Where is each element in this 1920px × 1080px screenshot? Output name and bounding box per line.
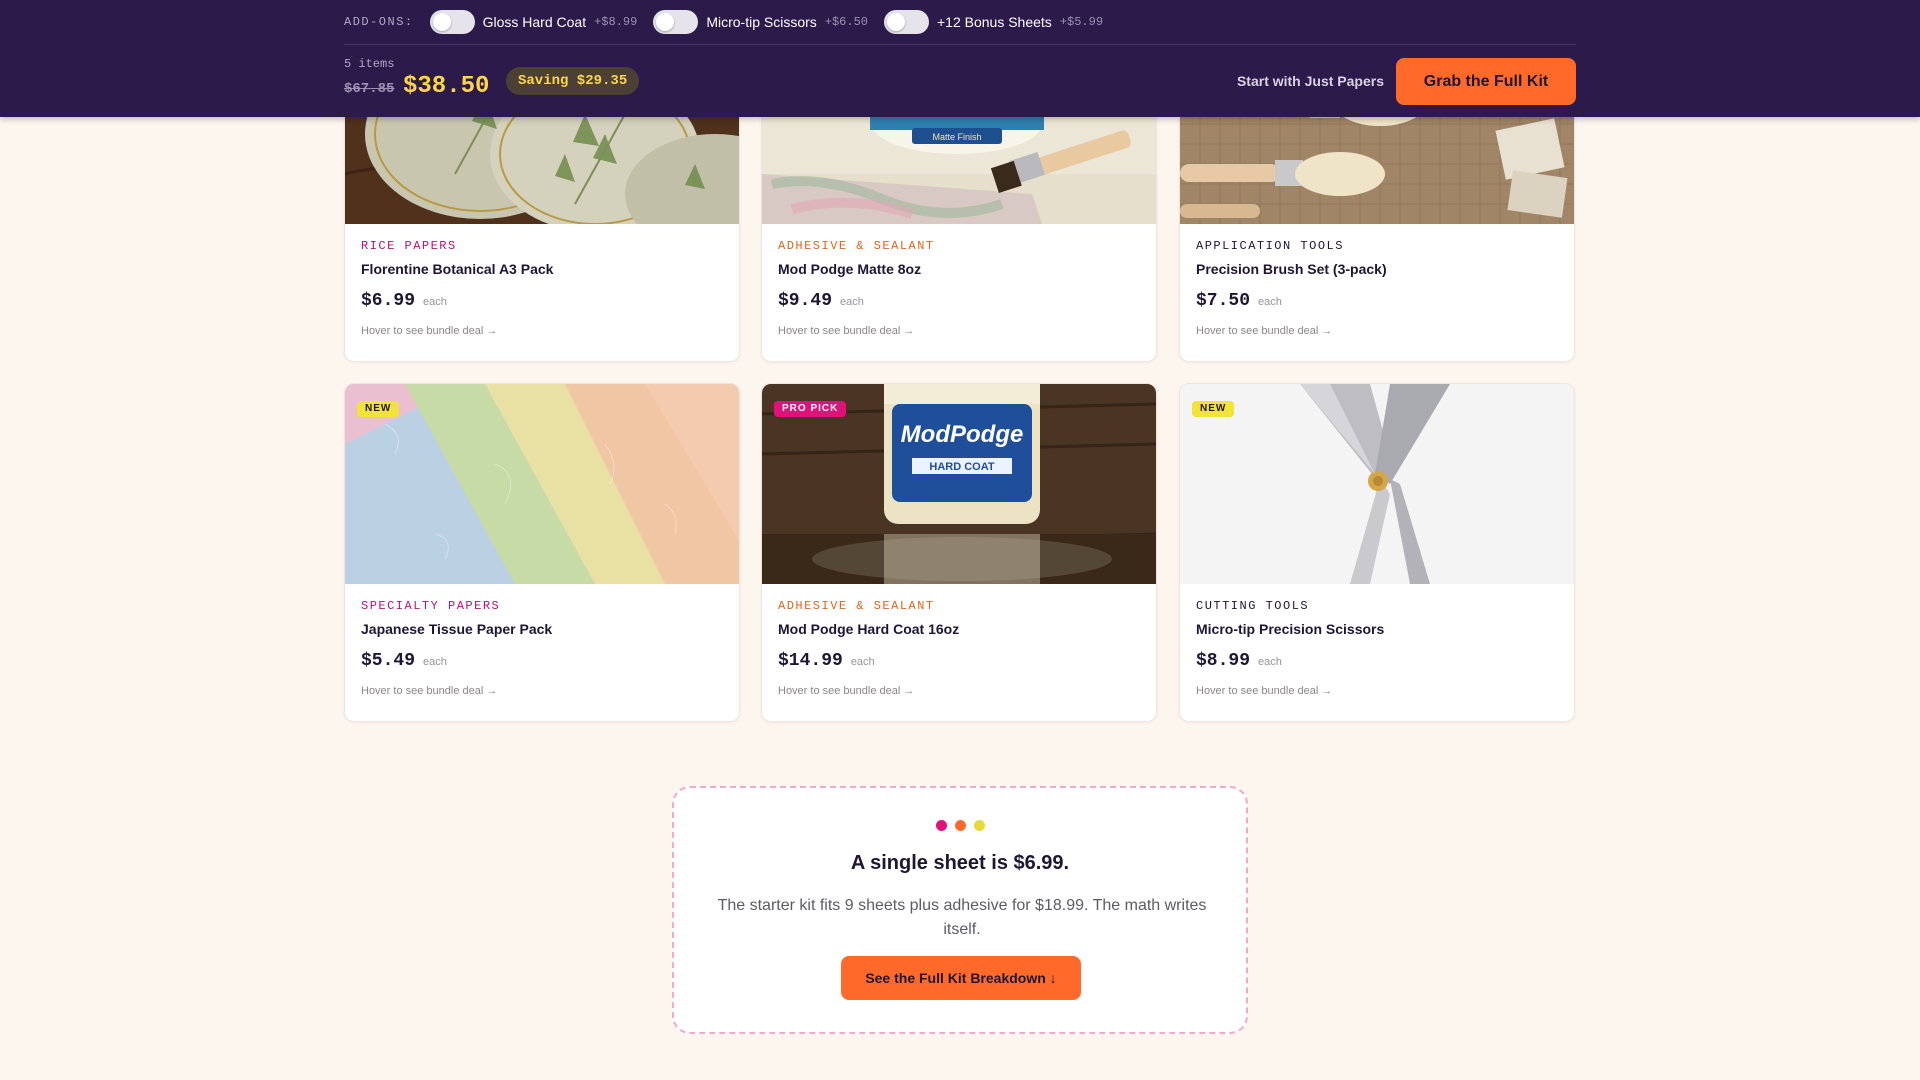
product-name: Japanese Tissue Paper Pack — [361, 621, 553, 637]
addon-toggle[interactable] — [429, 10, 475, 34]
bundle-deal-hint[interactable]: Hover to see bundle deal → — [361, 325, 553, 337]
addon-gloss-hard-coat: Gloss Hard Coat +$8.99 — [429, 10, 638, 34]
product-card[interactable]: NEW SPECIALTY PAPERS Japanese Tissue Pap… — [344, 383, 740, 722]
addon-toggle[interactable] — [653, 10, 699, 34]
original-total: $67.85 — [344, 81, 395, 97]
product-name: Mod Podge Matte 8oz — [778, 261, 922, 277]
product-name: Florentine Botanical A3 Pack — [361, 261, 554, 277]
product-name: Precision Brush Set (3-pack) — [1196, 261, 1387, 277]
product-unit: each — [423, 656, 447, 668]
dot-yellow — [973, 820, 985, 831]
product-price: $6.99 — [361, 291, 416, 311]
addon-name: +12 Bonus Sheets — [937, 14, 1052, 30]
product-price: $9.49 — [778, 291, 833, 311]
badge-pro-pick: PRO PICK — [774, 401, 847, 417]
product-name: Micro-tip Precision Scissors — [1196, 621, 1385, 637]
addons-label: ADD-ONS: — [344, 15, 414, 29]
items-count: 5 items — [344, 57, 395, 71]
product-image-scissors: NEW — [1180, 384, 1574, 584]
callout-title: A single sheet is $6.99. — [850, 852, 1070, 874]
product-category: SPECIALTY PAPERS — [361, 599, 501, 613]
start-with-just-papers-link[interactable]: Start with Just Papers — [1237, 73, 1384, 89]
product-image-tissue-papers: NEW — [345, 384, 739, 584]
product-unit: each — [423, 296, 447, 308]
decorative-dots — [674, 820, 1246, 831]
product-category: RICE PAPERS — [361, 239, 457, 253]
grab-full-kit-button[interactable]: Grab the Full Kit — [1396, 58, 1576, 105]
badge-new: NEW — [357, 401, 400, 417]
badge-new: NEW — [1192, 401, 1235, 417]
product-unit: each — [840, 296, 864, 308]
sticky-kit-bar: ADD-ONS: Gloss Hard Coat +$8.99 Micro-ti… — [0, 0, 1920, 117]
jar-label-text: HARD COAT — [929, 461, 994, 473]
product-card[interactable]: NEW CUTTING TOOLS Micro-tip Precision Sc… — [1179, 383, 1575, 722]
addon-toggle[interactable] — [884, 10, 929, 34]
bundle-deal-hint[interactable]: Hover to see bundle deal → — [778, 325, 935, 337]
svg-text:Matte Finish: Matte Finish — [932, 132, 981, 142]
bundle-deal-hint[interactable]: Hover to see bundle deal → — [1196, 685, 1384, 697]
jar-brand-text: ModPodge — [901, 421, 1024, 448]
product-category: ADHESIVE & SEALANT — [778, 599, 935, 613]
addons-row: ADD-ONS: Gloss Hard Coat +$8.99 Micro-ti… — [344, 0, 1576, 45]
bundle-deal-hint[interactable]: Hover to see bundle deal → — [361, 685, 552, 697]
product-image-mod-podge-hard-coat: ModPodge HARD COAT PRO PICK — [762, 384, 1156, 584]
single-sheet-callout: A single sheet is $6.99. The starter kit… — [672, 786, 1248, 1034]
product-unit: each — [1258, 296, 1282, 308]
product-price: $7.50 — [1196, 291, 1251, 311]
product-category: ADHESIVE & SEALANT — [778, 239, 935, 253]
addon-bonus-sheets: +12 Bonus Sheets +$5.99 — [884, 10, 1103, 34]
addon-name: Micro-tip Scissors — [706, 14, 817, 30]
addon-name: Gloss Hard Coat — [482, 14, 587, 30]
dot-pink — [935, 820, 947, 831]
bundle-deal-hint[interactable]: Hover to see bundle deal → — [778, 685, 959, 697]
addon-micro-tip-scissors: Micro-tip Scissors +$6.50 — [653, 10, 868, 34]
product-price: $8.99 — [1196, 651, 1251, 671]
addon-price: +$5.99 — [1059, 15, 1104, 29]
saving-badge: Saving $29.35 — [506, 67, 640, 95]
product-price: $14.99 — [778, 651, 843, 671]
callout-text: The starter kit fits 9 sheets plus adhes… — [717, 897, 1207, 938]
bundle-deal-hint[interactable]: Hover to see bundle deal → — [1196, 325, 1387, 337]
product-price: $5.49 — [361, 651, 416, 671]
kit-summary: 5 items $67.85 $38.50 Saving $29.35 Star… — [344, 45, 1576, 117]
full-kit-breakdown-button[interactable]: See the Full Kit Breakdown ↓ — [841, 956, 1081, 1000]
product-unit: each — [1258, 656, 1282, 668]
addon-price: +$6.50 — [824, 15, 868, 29]
dot-orange — [954, 820, 966, 831]
product-category: CUTTING TOOLS — [1196, 599, 1310, 613]
addon-price: +$8.99 — [594, 15, 638, 29]
kit-total: $38.50 — [403, 73, 490, 100]
product-name: Mod Podge Hard Coat 16oz — [778, 621, 960, 637]
product-card[interactable]: ModPodge HARD COAT PRO PICK ADHESIVE & S… — [761, 383, 1157, 722]
product-unit: each — [850, 656, 875, 668]
product-category: APPLICATION TOOLS — [1196, 239, 1344, 253]
